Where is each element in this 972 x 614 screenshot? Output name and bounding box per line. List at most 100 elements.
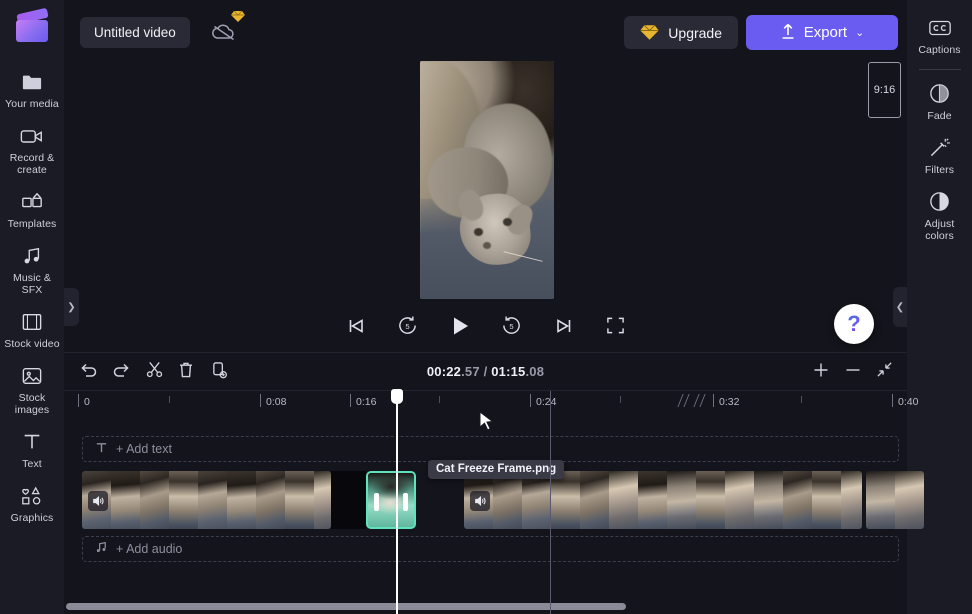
timecode-display: 00:22.57 / 01:15.08 (64, 364, 907, 379)
forward-5-icon: 5 (501, 315, 522, 341)
video-clip-2[interactable] (464, 471, 862, 529)
sidebar-item-fade[interactable]: Fade (907, 74, 972, 128)
sidebar-item-stock-images[interactable]: Stock images (0, 356, 64, 422)
sidebar-label: Stock video (2, 338, 62, 350)
sidebar-item-music-sfx[interactable]: Music & SFX (0, 236, 64, 302)
clip-filmstrip (82, 471, 331, 529)
timeline-ruler-extra (64, 391, 907, 416)
cc-icon (909, 15, 970, 41)
aspect-ratio-button[interactable]: 9:16 (868, 62, 901, 118)
question-mark-icon: ? (847, 311, 860, 337)
export-label: Export (804, 24, 847, 41)
sidebar-divider (919, 69, 961, 70)
sidebar-label: Music & SFX (2, 272, 62, 296)
video-clip-3[interactable] (866, 471, 924, 529)
sidebar-item-adjust-colors[interactable]: Adjust colors (907, 182, 972, 248)
video-preview[interactable] (420, 61, 554, 299)
expand-sidebar-button[interactable]: ❯ (64, 288, 79, 326)
rewind-5-button[interactable]: 5 (393, 313, 423, 343)
clip-filmstrip (866, 471, 924, 529)
timeline[interactable]: 0 0:08 (64, 390, 907, 614)
text-t-icon (95, 441, 108, 457)
scrollbar-thumb[interactable] (66, 603, 626, 610)
add-text-label: + Add text (116, 442, 172, 456)
forward-5-button[interactable]: 5 (497, 313, 527, 343)
skip-start-icon (346, 317, 366, 340)
plus-icon (812, 361, 830, 384)
clipchamp-logo[interactable] (14, 8, 50, 44)
zoom-in-button[interactable] (808, 360, 834, 384)
add-audio-label: + Add audio (116, 542, 182, 556)
total-frames: .08 (525, 364, 544, 379)
skip-to-start-button[interactable] (341, 313, 371, 343)
current-time: 00:22 (427, 364, 461, 379)
skip-to-end-button[interactable] (549, 313, 579, 343)
collapse-right-panel-button[interactable]: ❮ (893, 287, 907, 327)
half-circle-icon (909, 189, 970, 215)
sidebar-label: Filters (909, 164, 970, 176)
preview-cat-nose (483, 242, 491, 249)
sidebar-label: Captions (909, 44, 970, 56)
sidebar-item-filters[interactable]: Filters (907, 128, 972, 182)
selected-freeze-frame-clip[interactable] (366, 471, 416, 529)
sidebar-label: Adjust colors (909, 218, 970, 242)
trim-handle-right[interactable] (403, 493, 408, 511)
text-t-icon (2, 429, 62, 455)
magic-wand-icon (909, 135, 970, 161)
fit-to-screen-button[interactable] (871, 360, 897, 384)
sidebar-item-stock-video[interactable]: Stock video (0, 302, 64, 356)
chevron-right-icon: ❯ (67, 302, 75, 313)
video-camera-icon (2, 123, 62, 149)
diamond-icon (230, 8, 246, 24)
trim-handle-left[interactable] (374, 493, 379, 511)
video-clip-1[interactable] (82, 471, 331, 529)
chevron-down-icon: ⌄ (855, 26, 864, 39)
add-audio-track[interactable]: + Add audio (82, 536, 899, 562)
export-button[interactable]: Export ⌄ (746, 15, 898, 50)
upgrade-button[interactable]: Upgrade (624, 16, 738, 49)
playhead-handle[interactable] (391, 389, 403, 404)
project-title-input[interactable]: Untitled video (80, 17, 190, 48)
play-icon (449, 315, 471, 342)
sidebar-item-your-media[interactable]: Your media (0, 62, 64, 116)
chevron-left-icon: ❮ (896, 302, 904, 313)
shapes-icon (2, 483, 62, 509)
top-bar: Untitled video Upgrade (64, 0, 907, 64)
preview-pane: 9:16 5 (64, 64, 907, 352)
fullscreen-button[interactable] (601, 313, 631, 343)
folder-icon (2, 69, 62, 95)
speaker-icon[interactable] (88, 491, 108, 511)
sidebar-item-captions[interactable]: Captions (907, 8, 972, 62)
sidebar-item-templates[interactable]: Templates (0, 182, 64, 236)
film-strip-icon (2, 309, 62, 335)
sidebar-item-text[interactable]: Text (0, 422, 64, 476)
help-button[interactable]: ? (834, 304, 874, 344)
clip-filmstrip (464, 471, 862, 529)
fade-circle-icon (909, 81, 970, 107)
sidebar-label: Stock images (2, 392, 62, 416)
sidebar-label: Text (2, 458, 62, 470)
playhead[interactable] (396, 391, 398, 614)
aspect-ratio-label: 9:16 (874, 84, 895, 96)
add-text-track[interactable]: + Add text (82, 436, 899, 462)
zoom-out-button[interactable] (840, 360, 866, 384)
skip-end-icon (554, 317, 574, 340)
sidebar-item-graphics[interactable]: Graphics (0, 476, 64, 530)
speaker-icon[interactable] (470, 491, 490, 511)
upgrade-label: Upgrade (668, 25, 722, 41)
timeline-horizontal-scrollbar[interactable] (64, 603, 907, 611)
minus-icon (844, 361, 862, 384)
svg-text:5: 5 (405, 322, 409, 331)
time-separator: / (480, 364, 491, 379)
clip-name-tooltip: Cat Freeze Frame.png (428, 460, 564, 479)
templates-icon (2, 189, 62, 215)
sidebar-label: Record & create (2, 152, 62, 176)
play-button[interactable] (445, 313, 475, 343)
sidebar-item-record-create[interactable]: Record & create (0, 116, 64, 182)
diamond-icon (640, 24, 659, 41)
transport-controls: 5 5 (64, 308, 907, 348)
music-note-icon (95, 541, 108, 557)
fit-to-screen-icon (876, 361, 893, 383)
music-note-icon (2, 243, 62, 269)
left-sidebar: Your media Record & create Templates (0, 0, 64, 614)
